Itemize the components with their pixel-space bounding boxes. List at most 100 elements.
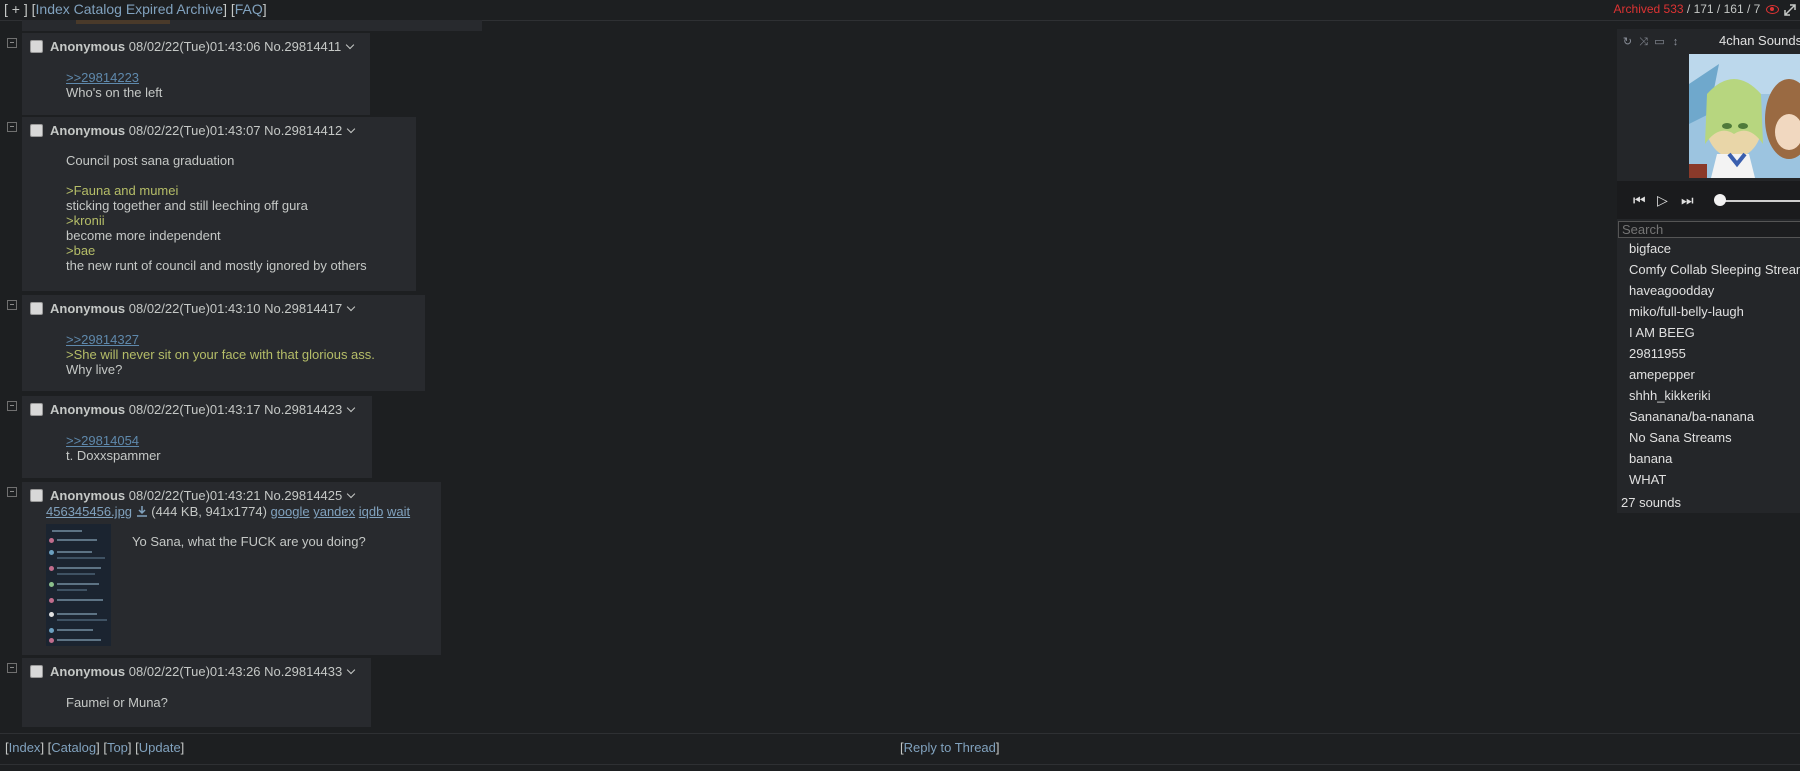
post-number-link[interactable]: No.29814412 — [264, 123, 342, 138]
post-text-line: Council post sana graduation — [66, 153, 235, 168]
expand-icon[interactable] — [1784, 4, 1796, 16]
post-datetime: 08/02/22(Tue)01:43:06 — [128, 39, 261, 54]
post-number-link[interactable]: No.29814417 — [264, 301, 342, 316]
post-number-link[interactable]: No.29814411 — [264, 39, 341, 54]
post-header: Anonymous 08/02/22(Tue)01:43:06 No.29814… — [50, 39, 355, 54]
reply-post: Anonymous 08/02/22(Tue)01:43:07 No.29814… — [22, 117, 416, 291]
post-menu-chevron-icon[interactable] — [346, 40, 355, 50]
shuffle-icon[interactable]: ⤨ — [1637, 36, 1650, 49]
sounds-title[interactable]: 4chan Sounds — [1719, 33, 1800, 48]
seek-bar[interactable] — [1720, 200, 1800, 202]
sounds-list: bigface Comfy Collab Sleeping Stream hav… — [1629, 241, 1800, 493]
post-datetime: 08/02/22(Tue)01:43:26 — [128, 664, 261, 679]
quote-link[interactable]: >>29814054 — [66, 433, 139, 448]
post-message: Faumei or Muna? — [66, 695, 168, 710]
bottom-index-link[interactable]: Index — [9, 740, 41, 755]
bottom-update-link[interactable]: Update — [139, 740, 181, 755]
image-toggle-icon[interactable]: ▭ — [1653, 36, 1666, 49]
sound-list-item[interactable]: amepepper — [1629, 367, 1800, 388]
sound-list-item[interactable]: haveagoodday — [1629, 283, 1800, 304]
post-image-thumbnail[interactable] — [46, 524, 111, 646]
bottom-divider — [0, 733, 1800, 734]
post-text-line: Yo Sana, what the FUCK are you doing? — [132, 534, 366, 549]
hide-post-icon[interactable] — [7, 487, 17, 497]
poster-name: Anonymous — [50, 664, 126, 679]
nav-index-link[interactable]: Index — [36, 1, 70, 17]
sound-list-item[interactable]: miko/full-belly-laugh — [1629, 304, 1800, 325]
post-select-checkbox[interactable] — [30, 124, 43, 137]
quote-link[interactable]: >>29814327 — [66, 332, 139, 347]
sound-list-item[interactable]: I AM BEEG — [1629, 325, 1800, 346]
post-message: Yo Sana, what the FUCK are you doing? — [132, 534, 366, 549]
post-text-line: sticking together and still leeching off… — [66, 198, 308, 213]
nav-expired-link[interactable]: Expired — [126, 1, 173, 17]
sound-list-item[interactable]: bigface — [1629, 241, 1800, 262]
download-icon[interactable] — [136, 505, 148, 517]
post-menu-chevron-icon[interactable] — [347, 665, 356, 675]
sound-list-item[interactable]: No Sana Streams — [1629, 430, 1800, 451]
post-select-checkbox[interactable] — [30, 665, 43, 678]
previous-track-icon[interactable]: ⏮ — [1633, 192, 1646, 209]
bottom-divider — [0, 764, 1800, 765]
file-name-link[interactable]: 456345456.jpg — [46, 504, 132, 519]
hide-post-icon[interactable] — [7, 38, 17, 48]
post-number-link[interactable]: No.29814425 — [264, 488, 342, 503]
sound-list-item[interactable]: banana — [1629, 451, 1800, 472]
reply-to-thread-link[interactable]: Reply to Thread — [904, 740, 996, 755]
next-track-icon[interactable]: ⏭ — [1681, 192, 1694, 209]
hide-post-icon[interactable] — [7, 300, 17, 310]
post-header: Anonymous 08/02/22(Tue)01:43:26 No.29814… — [50, 664, 356, 679]
nav-archive-link[interactable]: Archive — [176, 1, 223, 17]
top-nav-bar: [ + ] [Index Catalog Expired Archive] [F… — [0, 0, 1800, 21]
play-icon[interactable]: ▷ — [1657, 192, 1668, 209]
bottom-nav: [Index] [Catalog] [Top] [Update] — [5, 740, 185, 755]
post-select-checkbox[interactable] — [30, 40, 43, 53]
archived-count-link[interactable]: Archived 533 — [1614, 2, 1684, 16]
post-message: Council post sana graduation >Fauna and … — [66, 153, 367, 273]
post-select-checkbox[interactable] — [30, 403, 43, 416]
watch-eye-icon[interactable] — [1765, 5, 1779, 15]
hide-post-icon[interactable] — [7, 663, 17, 673]
post-number-link[interactable]: No.29814433 — [264, 664, 342, 679]
expand-nav-button[interactable]: [ + ] — [4, 1, 28, 17]
bottom-catalog-link[interactable]: Catalog — [51, 740, 96, 755]
post-text-line: Why live? — [66, 362, 123, 377]
post-select-checkbox[interactable] — [30, 302, 43, 315]
yandex-search-link[interactable]: yandex — [313, 504, 355, 519]
post-menu-chevron-icon[interactable] — [347, 403, 356, 413]
repeat-icon[interactable]: ↻ — [1621, 36, 1634, 49]
quote-link[interactable]: >>29814223 — [66, 70, 139, 85]
sound-list-item[interactable]: shhh_kikkeriki — [1629, 388, 1800, 409]
sounds-search-input[interactable] — [1618, 221, 1800, 238]
iqdb-search-link[interactable]: iqdb — [359, 504, 384, 519]
thread-stats: Archived 533 / 171 / 161 / 7 — [1614, 2, 1796, 16]
post-menu-chevron-icon[interactable] — [347, 489, 356, 499]
seek-handle[interactable] — [1714, 194, 1726, 206]
google-search-link[interactable]: google — [271, 504, 310, 519]
previous-post-image-remnant — [76, 20, 170, 24]
poster-name: Anonymous — [50, 488, 126, 503]
nav-faq-link[interactable]: FAQ — [235, 1, 263, 17]
sound-list-item[interactable]: 29811955 — [1629, 346, 1800, 367]
post-header: Anonymous 08/02/22(Tue)01:43:21 No.29814… — [50, 488, 356, 503]
sounds-panel: ↻⤨▭↕ 4chan Sounds ⏮ ▷ ⏭ bigface Comfy Co… — [1617, 29, 1800, 513]
sound-list-item[interactable]: Sananana/ba-nanana — [1629, 409, 1800, 430]
sound-list-item[interactable]: WHAT — [1629, 472, 1800, 493]
post-number-link[interactable]: No.29814423 — [264, 402, 342, 417]
bottom-top-link[interactable]: Top — [107, 740, 128, 755]
sound-list-item[interactable]: Comfy Collab Sleeping Stream — [1629, 262, 1800, 283]
file-info: 456345456.jpg (444 KB, 941x1774) google … — [46, 504, 410, 519]
post-text-line: Faumei or Muna? — [66, 695, 168, 710]
post-datetime: 08/02/22(Tue)01:43:21 — [128, 488, 261, 503]
reply-post: Anonymous 08/02/22(Tue)01:43:17 No.29814… — [22, 396, 372, 478]
album-art-image — [1689, 54, 1800, 178]
resize-icon[interactable]: ↕ — [1669, 36, 1682, 49]
wait-search-link[interactable]: wait — [387, 504, 410, 519]
post-select-checkbox[interactable] — [30, 489, 43, 502]
nav-catalog-link[interactable]: Catalog — [74, 1, 122, 17]
post-menu-chevron-icon[interactable] — [347, 302, 356, 312]
hide-post-icon[interactable] — [7, 122, 17, 132]
hide-post-icon[interactable] — [7, 401, 17, 411]
reply-post: Anonymous 08/02/22(Tue)01:43:26 No.29814… — [22, 658, 371, 727]
post-menu-chevron-icon[interactable] — [347, 124, 356, 134]
